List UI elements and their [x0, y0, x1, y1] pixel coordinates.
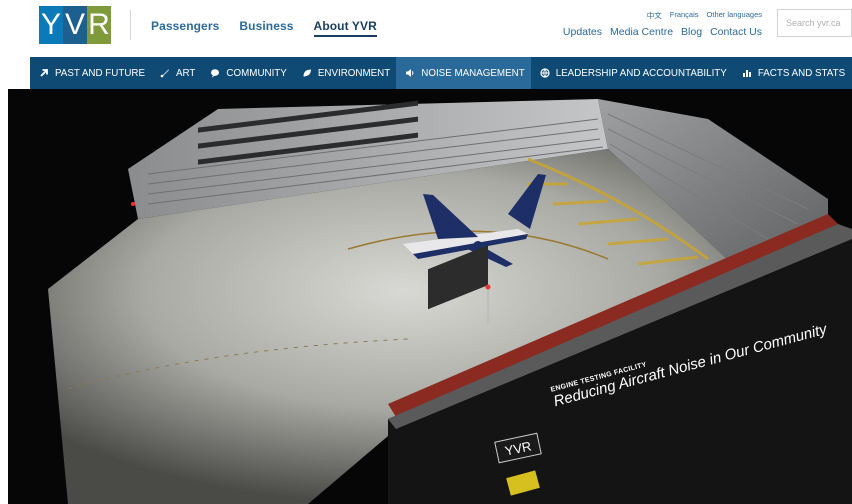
link-contact-us[interactable]: Contact Us [710, 26, 762, 38]
tab-label: ART [176, 67, 196, 79]
tab-label: FACTS AND STATS [757, 67, 846, 79]
tab-community[interactable]: COMMUNITY [201, 57, 292, 89]
speaker-icon [404, 67, 416, 79]
tab-past-and-future[interactable]: PAST AND FUTURE [30, 57, 151, 89]
lang-other[interactable]: Other languages [707, 10, 762, 21]
link-blog[interactable]: Blog [681, 26, 702, 38]
logo-letter-v: V [63, 6, 87, 44]
nav-business[interactable]: Business [239, 19, 293, 37]
yvr-logo[interactable]: Y V R [39, 6, 111, 44]
tab-label: COMMUNITY [226, 67, 287, 79]
nav-about-yvr[interactable]: About YVR [313, 19, 377, 37]
utility-links: Updates Media Centre Blog Contact Us [563, 26, 762, 38]
brush-icon [159, 67, 171, 79]
site-header: Y V R Passengers Business About YVR 中文 F… [0, 0, 852, 56]
logo-divider [130, 10, 131, 40]
lang-chinese[interactable]: 中文 [647, 10, 662, 21]
arrow-up-right-icon [38, 67, 50, 79]
tab-facts-and-stats[interactable]: FACTS AND STATS [733, 57, 851, 89]
bar-chart-icon [741, 67, 753, 79]
tab-leadership-and-accountability[interactable]: LEADERSHIP AND ACCOUNTABILITY [531, 57, 733, 89]
nav-passengers[interactable]: Passengers [151, 19, 219, 37]
tab-art[interactable]: ART [151, 57, 201, 89]
section-nav: PAST AND FUTURE ART COMMUNITY ENVIRONMEN… [30, 57, 852, 89]
logo-letter-y: Y [39, 6, 63, 44]
logo-letter-r: R [87, 6, 111, 44]
search-input[interactable]: Search yvr.ca [777, 9, 852, 37]
tab-environment[interactable]: ENVIRONMENT [293, 57, 396, 89]
tab-label: NOISE MANAGEMENT [421, 67, 525, 79]
main-nav: Passengers Business About YVR [151, 19, 377, 37]
tab-label: LEADERSHIP AND ACCOUNTABILITY [555, 67, 727, 79]
tab-label: ENVIRONMENT [317, 67, 391, 79]
hero-image: YVR ENGINE TESTING FACILITY Reducing Air… [8, 89, 852, 504]
link-media-centre[interactable]: Media Centre [610, 26, 673, 38]
language-links: 中文 Français Other languages [647, 10, 762, 21]
link-updates[interactable]: Updates [563, 26, 602, 38]
leaf-icon [301, 67, 313, 79]
hangar-illustration [8, 89, 852, 504]
lang-french[interactable]: Français [670, 10, 699, 21]
tab-noise-management[interactable]: NOISE MANAGEMENT [396, 57, 531, 89]
globe-icon [539, 67, 551, 79]
speech-bubble-icon [209, 67, 221, 79]
tab-label: PAST AND FUTURE [55, 67, 145, 79]
